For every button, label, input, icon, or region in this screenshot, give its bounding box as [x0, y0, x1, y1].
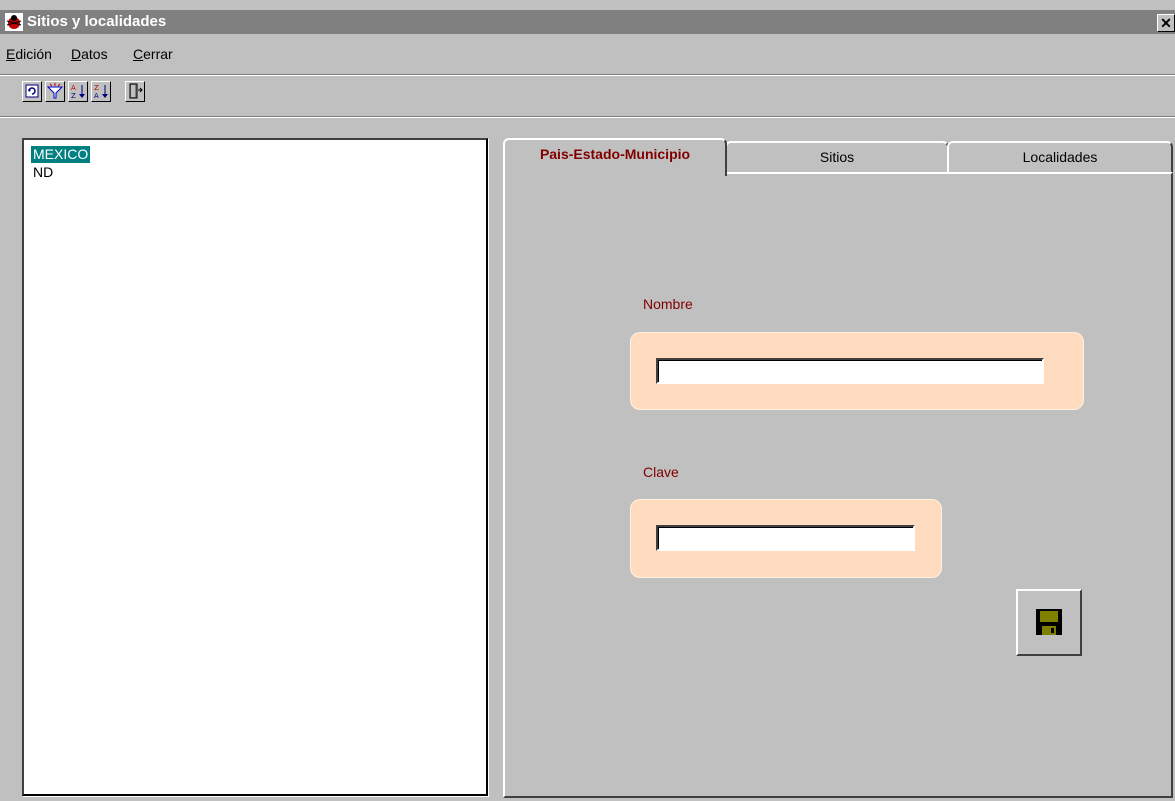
close-icon: ✕: [1160, 15, 1172, 31]
sort-asc-button[interactable]: A Z: [68, 81, 88, 102]
menu-edicion[interactable]: Edición: [6, 46, 52, 62]
tab-pais-estado-municipio[interactable]: Pais-Estado-Municipio: [503, 138, 727, 176]
title-bar: Sitios y localidades ✕: [0, 10, 1175, 34]
sort-desc-button[interactable]: Z A: [91, 81, 111, 102]
tab-sitios[interactable]: Sitios: [725, 141, 949, 173]
nombre-input[interactable]: [656, 358, 1044, 384]
clave-panel: [630, 499, 942, 578]
sort-descending-icon: Z A: [94, 84, 108, 99]
window-title: Sitios y localidades: [27, 13, 167, 30]
floppy-disk-icon: [1036, 609, 1062, 635]
nombre-label: Nombre: [643, 296, 693, 312]
nombre-panel: [630, 332, 1084, 410]
tab-localidades[interactable]: Localidades: [947, 141, 1173, 173]
clave-label: Clave: [643, 464, 679, 480]
clave-input[interactable]: [656, 525, 915, 551]
svg-text:Z: Z: [71, 92, 76, 99]
filter-icon: [47, 83, 63, 99]
filter-button[interactable]: [45, 81, 65, 102]
app-icon: [5, 13, 23, 31]
toolbar-separator: [0, 116, 1175, 118]
list-item-nd[interactable]: ND: [31, 164, 55, 181]
refresh-button[interactable]: [22, 81, 42, 102]
exit-button[interactable]: [125, 81, 145, 102]
svg-text:Z: Z: [94, 84, 99, 92]
exit-door-icon: [129, 83, 143, 99]
svg-text:A: A: [71, 84, 76, 92]
refresh-icon: [25, 84, 39, 98]
menu-datos[interactable]: Datos: [71, 46, 108, 62]
menu-cerrar[interactable]: Cerrar: [133, 46, 173, 62]
sort-ascending-icon: A Z: [71, 84, 85, 99]
menu-separator: [0, 74, 1175, 76]
list-item-mexico[interactable]: MEXICO: [31, 146, 91, 163]
close-button[interactable]: ✕: [1157, 14, 1175, 32]
tab-label: Sitios: [819, 149, 855, 165]
tab-label: Pais-Estado-Municipio: [539, 146, 691, 162]
save-button[interactable]: [1016, 589, 1082, 656]
svg-text:A: A: [94, 92, 99, 99]
tab-label: Localidades: [1022, 149, 1098, 165]
tab-panel: [503, 172, 1173, 798]
country-list[interactable]: MEXICO ND: [22, 138, 488, 796]
